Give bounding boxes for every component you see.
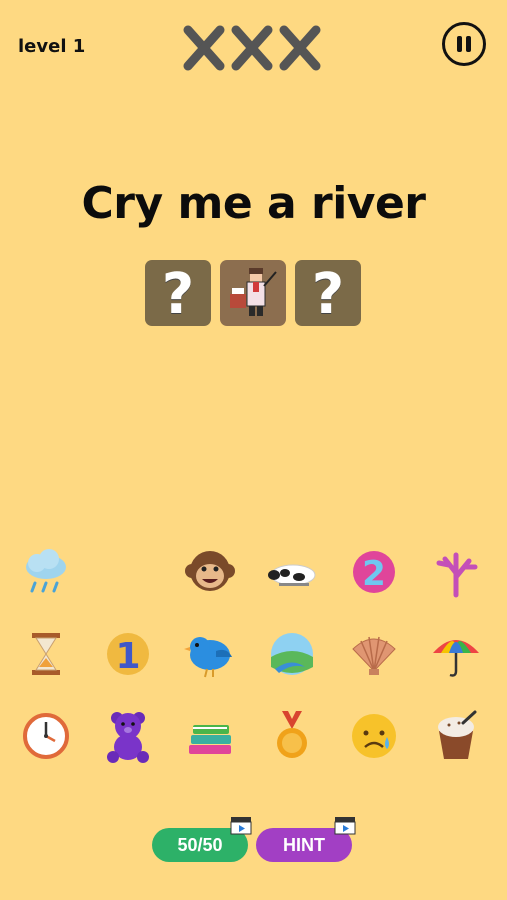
- clapperboard-icon: [230, 817, 252, 835]
- teddy-bear-icon: [106, 712, 149, 763]
- choice-clock[interactable]: [18, 710, 73, 762]
- choice-crying-face[interactable]: [346, 710, 401, 762]
- hourglass-icon: [31, 633, 60, 675]
- question-mark: ?: [161, 262, 195, 326]
- choice-hourglass[interactable]: [18, 628, 73, 680]
- shell-icon: [351, 636, 396, 675]
- choice-empty: [100, 546, 155, 598]
- svg-text:2: 2: [362, 554, 386, 594]
- answer-slot-3[interactable]: ?: [295, 260, 361, 326]
- clock-icon: [22, 713, 69, 759]
- fifty-fifty-label: 50/50: [177, 834, 223, 855]
- medal-icon: [276, 711, 307, 758]
- svg-text:1: 1: [115, 636, 140, 677]
- choice-number-one[interactable]: 1: [100, 628, 155, 680]
- number-two-icon: 2: [352, 551, 395, 594]
- landscape-river-icon: [270, 633, 313, 675]
- emoji-choices-grid: 2 1: [18, 546, 483, 763]
- answer-slot-2[interactable]: [220, 260, 286, 326]
- cloud-rain-icon: [25, 549, 66, 593]
- level-label: level 1: [18, 36, 86, 57]
- choice-books[interactable]: [182, 710, 237, 762]
- fifty-fifty-button[interactable]: 50/50: [152, 817, 252, 862]
- choice-shell[interactable]: [346, 628, 401, 680]
- umbrella-icon: [432, 640, 479, 677]
- choice-ice-cream[interactable]: [428, 710, 483, 762]
- crying-face-icon: [351, 714, 396, 758]
- choice-coral[interactable]: [428, 546, 483, 598]
- answer-slots: ? ?: [145, 260, 361, 326]
- teacher-icon: [230, 268, 277, 316]
- choice-cow[interactable]: [264, 546, 319, 598]
- choice-teddy-bear[interactable]: [100, 710, 155, 763]
- ice-cream-cup-icon: [437, 710, 476, 759]
- hint-label: HINT: [283, 834, 325, 855]
- choice-umbrella[interactable]: [428, 628, 483, 680]
- coral-icon: [436, 552, 477, 598]
- puzzle-title: Cry me a river: [81, 178, 426, 229]
- monkey-face-icon: [184, 551, 235, 591]
- choice-landscape[interactable]: [264, 628, 319, 680]
- pause-icon: [457, 36, 462, 52]
- cow-icon: [267, 564, 315, 586]
- choice-medal[interactable]: [264, 710, 319, 762]
- choice-bird[interactable]: [182, 628, 237, 680]
- lives-crosses-icon: [183, 25, 321, 71]
- question-mark: ?: [311, 262, 345, 326]
- answer-slot-1[interactable]: ?: [145, 260, 211, 326]
- bird-icon: [183, 637, 232, 678]
- pause-button[interactable]: [442, 22, 486, 66]
- number-one-icon: 1: [106, 633, 149, 677]
- books-icon: [188, 725, 231, 754]
- choice-number-two[interactable]: 2: [346, 546, 401, 598]
- choice-cloud-rain[interactable]: [18, 546, 73, 598]
- clapperboard-icon: [334, 817, 356, 835]
- choice-monkey[interactable]: [182, 546, 237, 598]
- hint-button[interactable]: HINT: [256, 817, 356, 862]
